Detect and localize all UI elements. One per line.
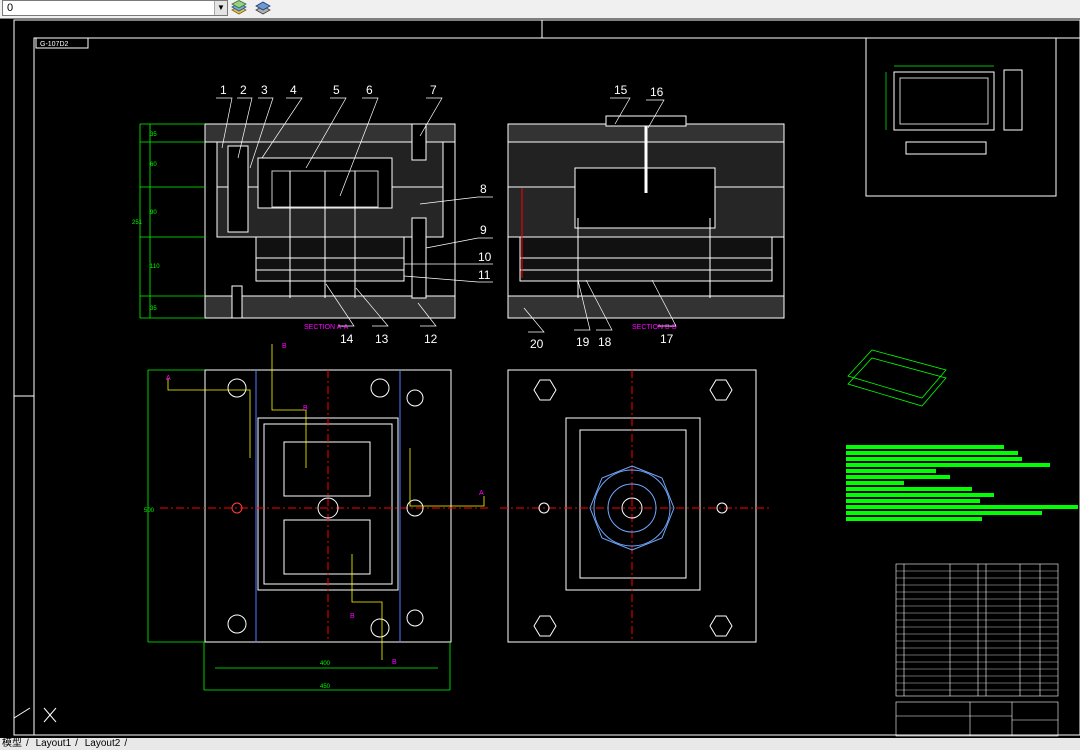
callout-2: 2: [240, 83, 247, 97]
section-cut-lines: [167, 344, 485, 660]
callout-12: 12: [424, 332, 438, 346]
callout-17: 17: [660, 332, 674, 346]
section-bb-label: SECTION B-B: [632, 324, 677, 331]
layout-tabs: 模型 / Layout1/ Layout2/: [0, 738, 1080, 750]
callout-1: 1: [220, 83, 227, 97]
section-mark-b3: B: [392, 659, 397, 666]
section-mark-b2: B: [303, 405, 308, 412]
layer-dropdown[interactable]: 0 ▼: [2, 0, 228, 16]
isometric-part-sketch: [847, 349, 947, 407]
section-mark-b4: B: [350, 613, 355, 620]
section-a-a-view: SECTION A-A: [204, 123, 456, 331]
chevron-down-icon[interactable]: ▼: [214, 1, 227, 15]
dim-width-400: 400: [320, 661, 331, 667]
callout-20: 20: [530, 337, 544, 351]
callout-5: 5: [333, 83, 340, 97]
callout-7: 7: [430, 83, 437, 97]
section-mark-a2: A: [479, 490, 484, 497]
callout-3: 3: [261, 83, 268, 97]
left-dimensions: [139, 123, 205, 319]
technical-notes: [846, 445, 1078, 521]
tab-layout2[interactable]: Layout2: [83, 738, 123, 749]
callout-8: 8: [480, 182, 487, 196]
callout-9: 9: [480, 223, 487, 237]
callout-18: 18: [598, 335, 612, 349]
callout-11: 11: [478, 268, 491, 282]
toolbar: 0 ▼: [0, 0, 1080, 19]
cad-drawing: G-107D2 SECTION A-A 35 60 90 110 35 251 …: [13, 19, 1080, 737]
tab-layout1[interactable]: Layout1: [34, 738, 74, 749]
plan-view-right: [500, 369, 770, 643]
callout-13: 13: [375, 332, 389, 346]
drawing-number: G-107D2: [40, 41, 69, 48]
dim-60: 60: [150, 162, 157, 168]
layer-states-icon[interactable]: [230, 0, 248, 16]
layer-properties-icon[interactable]: [254, 0, 272, 16]
callout-14: 14: [340, 332, 354, 346]
dim-35-top: 35: [150, 132, 157, 138]
section-b-b-view: SECTION B-B: [507, 115, 785, 331]
callout-16: 16: [650, 85, 664, 99]
dim-total-height: 251: [132, 220, 143, 226]
callout-19: 19: [576, 335, 590, 349]
section-mark-b1: B: [282, 343, 287, 350]
tab-model[interactable]: 模型: [0, 738, 24, 749]
dim-35-bottom: 35: [150, 306, 157, 312]
dim-plan-height: 500: [144, 508, 155, 514]
drawing-canvas[interactable]: G-107D2 SECTION A-A 35 60 90 110 35 251 …: [0, 18, 1080, 738]
bom-row-lines: [896, 570, 1058, 691]
part-detail-view: [865, 37, 1057, 197]
section-mark-a1: A: [166, 375, 171, 382]
dim-width-450: 450: [320, 684, 331, 690]
title-block: [895, 701, 1059, 737]
callout-10: 10: [478, 250, 492, 264]
dim-110: 110: [150, 264, 160, 270]
section-aa-label: SECTION A-A: [304, 324, 349, 331]
callout-4: 4: [290, 83, 297, 97]
layer-value: 0: [7, 2, 14, 14]
callout-15: 15: [614, 83, 628, 97]
callout-6: 6: [366, 83, 373, 97]
ucs-icon: [13, 707, 57, 723]
dim-90: 90: [150, 210, 157, 216]
